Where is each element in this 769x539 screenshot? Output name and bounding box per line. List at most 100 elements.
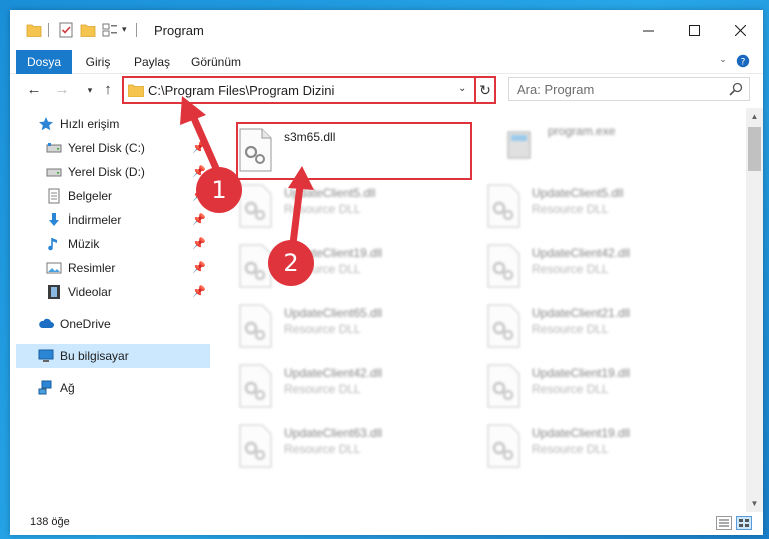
sidebar-item-label: Resimler xyxy=(68,261,116,275)
cloud-icon xyxy=(39,318,54,328)
sidebar-item-documents[interactable]: Belgeler 📌 xyxy=(10,184,208,208)
step-badge-2: 2 xyxy=(268,240,314,286)
file-name: UpdateClient5.dll xyxy=(284,186,376,200)
file-tile[interactable]: UpdateClient63.dll Resource DLL xyxy=(220,420,460,472)
tab-view[interactable]: Görünüm xyxy=(184,50,248,74)
sidebar-item-label: Müzik xyxy=(68,237,100,251)
sidebar-item-this-pc[interactable]: Bu bilgisayar xyxy=(16,344,210,368)
file-name: s3m65.dll xyxy=(284,130,336,144)
music-icon xyxy=(48,238,57,251)
file-tile[interactable]: UpdateClient19.dll Resource DLL xyxy=(468,420,708,472)
sidebar-item-label: Videolar xyxy=(68,285,112,299)
dll-file-icon xyxy=(487,244,520,288)
file-type: Resource DLL xyxy=(532,322,609,336)
file-tile[interactable]: UpdateClient19.dll Resource DLL xyxy=(220,240,460,292)
sidebar-item-music[interactable]: Müzik 📌 xyxy=(10,232,208,256)
sidebar-item-label: Belgeler xyxy=(68,189,113,203)
search-icon xyxy=(729,82,743,96)
folder-icon[interactable] xyxy=(26,22,42,38)
minimize-button[interactable] xyxy=(625,10,671,50)
tab-share[interactable]: Paylaş xyxy=(126,50,178,74)
dll-file-icon xyxy=(487,304,520,348)
search-input[interactable]: Ara: Program xyxy=(508,77,750,101)
maximize-button[interactable] xyxy=(671,10,717,50)
file-type: Resource DLL xyxy=(284,202,361,216)
dll-file-icon xyxy=(487,184,520,228)
scroll-up-icon[interactable]: ▲ xyxy=(746,108,763,125)
ribbon: Dosya Giriş Paylaş Görünüm ⌄ ? xyxy=(10,50,763,74)
expand-ribbon-icon[interactable]: ⌄ xyxy=(716,54,730,70)
dll-file-icon xyxy=(239,184,272,228)
exe-file-icon xyxy=(507,131,531,159)
tiles-view-icon[interactable] xyxy=(736,516,752,530)
sidebar-item-label: Bu bilgisayar xyxy=(60,349,129,363)
sidebar-item-label: Yerel Disk (D:) xyxy=(68,165,145,179)
file-tile[interactable]: UpdateClient5.dll Resource DLL xyxy=(220,180,460,232)
file-type: Resource DLL xyxy=(532,382,609,396)
properties-icon[interactable] xyxy=(102,22,118,38)
close-button[interactable] xyxy=(717,10,763,50)
download-icon xyxy=(49,213,59,226)
pin-icon[interactable]: 📌 xyxy=(192,285,206,298)
pin-icon[interactable]: 📌 xyxy=(192,141,206,154)
tab-home[interactable]: Giriş xyxy=(76,50,120,74)
sidebar-item-downloads[interactable]: İndirmeler 📌 xyxy=(10,208,208,232)
vertical-scrollbar[interactable]: ▲ ▼ xyxy=(746,108,763,512)
up-arrow-icon[interactable]: ↑ xyxy=(98,80,118,100)
dll-file-icon xyxy=(487,364,520,408)
file-name: UpdateClient21.dll xyxy=(532,306,631,320)
properties-check-icon[interactable] xyxy=(58,22,74,38)
dll-file-icon xyxy=(239,424,272,468)
documents-icon xyxy=(48,188,60,204)
minimize-icon xyxy=(642,30,654,31)
file-name: UpdateClient5.dll xyxy=(532,186,624,200)
network-icon xyxy=(38,380,52,395)
details-view-icon[interactable] xyxy=(716,516,732,530)
sidebar-item-pictures[interactable]: Resimler 📌 xyxy=(10,256,208,280)
file-tile[interactable]: UpdateClient42.dll Resource DLL xyxy=(220,360,460,412)
window-title: Program xyxy=(154,23,204,38)
sidebar-item-label: Yerel Disk (C:) xyxy=(68,141,145,155)
folder-icon xyxy=(128,84,144,97)
file-name: UpdateClient19.dll xyxy=(532,426,631,440)
sidebar-item-local-disk-c[interactable]: Yerel Disk (C:) 📌 xyxy=(10,136,208,160)
file-type: Resource DLL xyxy=(532,202,609,216)
drive-icon xyxy=(46,168,62,177)
file-tile[interactable]: UpdateClient5.dll Resource DLL xyxy=(468,180,708,232)
help-icon[interactable]: ? xyxy=(734,54,752,70)
file-tile-s3m65-dll[interactable]: s3m65.dll xyxy=(220,124,460,176)
file-tile[interactable]: UpdateClient19.dll Resource DLL xyxy=(468,360,708,412)
pin-icon[interactable]: 📌 xyxy=(192,261,206,274)
pin-icon[interactable]: 📌 xyxy=(192,213,206,226)
address-bar[interactable]: C:\Program Files\Program Dizini ⌄ xyxy=(122,76,496,104)
pin-icon[interactable]: 📌 xyxy=(192,237,206,250)
scrollbar-thumb[interactable] xyxy=(748,127,761,171)
sidebar-item-label: OneDrive xyxy=(60,317,111,331)
file-tile[interactable]: UpdateClient65.dll Resource DLL xyxy=(220,300,460,352)
toolbar-separator xyxy=(136,23,137,37)
refresh-button[interactable]: ↻ xyxy=(474,76,496,104)
sidebar-item-network[interactable]: Ağ xyxy=(10,376,208,400)
address-dropdown-icon[interactable]: ⌄ xyxy=(458,83,466,94)
recent-locations-chevron-icon[interactable]: ▾ xyxy=(80,80,100,100)
file-tile-program-exe[interactable]: program.exe xyxy=(484,118,724,170)
navigation-bar: ← → ▾ ↑ C:\Program Files\Program Dizini … xyxy=(10,74,763,106)
back-arrow-icon[interactable]: ← xyxy=(24,80,44,100)
sidebar-item-local-disk-d[interactable]: Yerel Disk (D:) 📌 xyxy=(10,160,208,184)
sidebar-item-label: İndirmeler xyxy=(68,213,122,227)
file-tile[interactable]: UpdateClient21.dll Resource DLL xyxy=(468,300,708,352)
sidebar-item-quick-access[interactable]: Hızlı erişim xyxy=(10,112,208,136)
forward-arrow-icon[interactable]: → xyxy=(52,80,72,100)
dll-file-icon xyxy=(239,304,272,348)
file-type: Resource DLL xyxy=(284,322,361,336)
address-path: C:\Program Files\Program Dizini xyxy=(148,83,335,98)
sidebar-item-onedrive[interactable]: OneDrive xyxy=(10,312,208,336)
file-tile[interactable]: UpdateClient42.dll Resource DLL xyxy=(468,240,708,292)
scroll-down-icon[interactable]: ▼ xyxy=(746,495,763,512)
sidebar-item-videos[interactable]: Videolar 📌 xyxy=(10,280,208,304)
dll-file-icon xyxy=(487,424,520,468)
customize-toolbar-dropdown[interactable]: ▾ xyxy=(122,24,127,35)
new-folder-icon[interactable] xyxy=(80,22,96,38)
tab-file[interactable]: Dosya xyxy=(16,50,72,74)
file-type: Resource DLL xyxy=(532,262,609,276)
